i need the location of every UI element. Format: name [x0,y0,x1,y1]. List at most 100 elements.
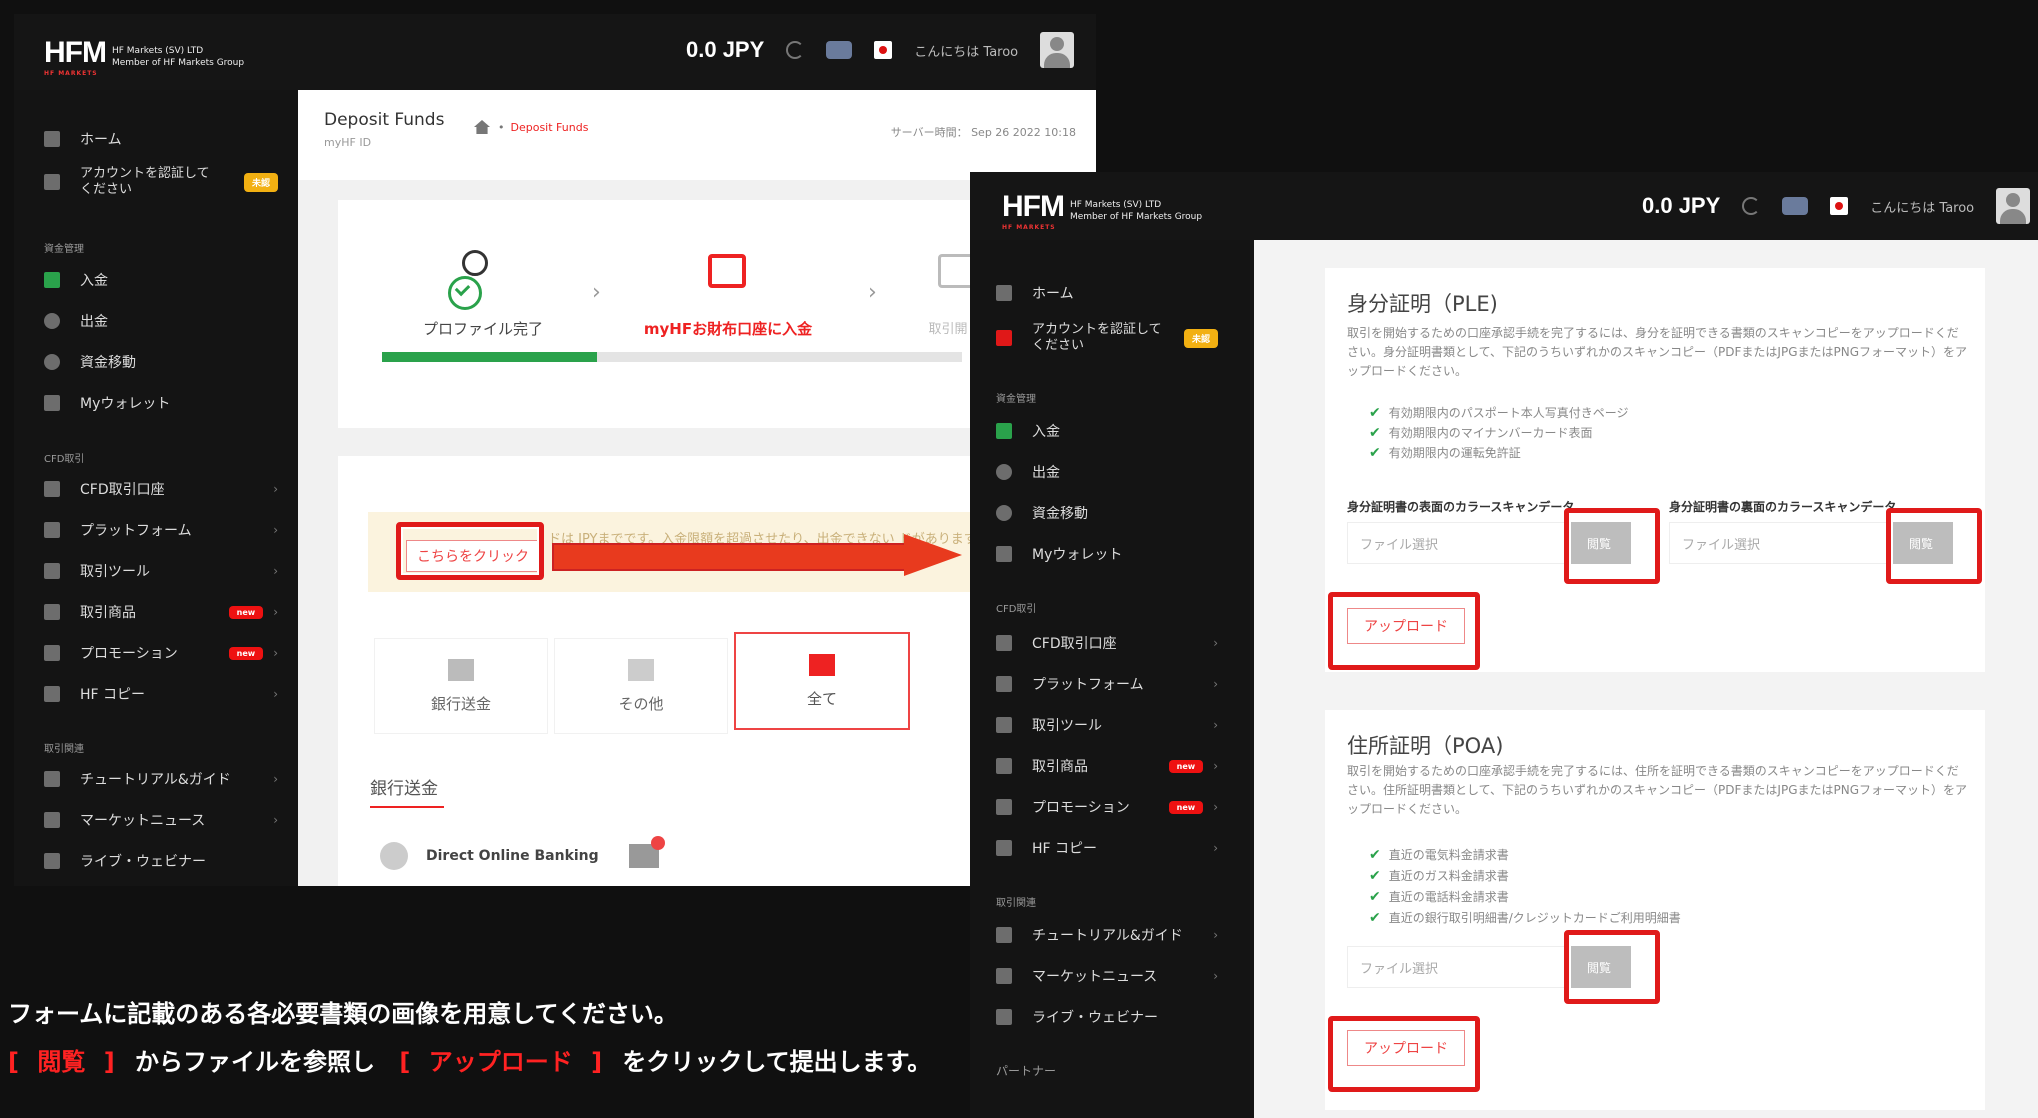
copy-icon [44,686,60,702]
chart-icon [938,254,974,288]
new-badge: new [1168,800,1204,814]
unverified-badge: 未認 [243,172,278,192]
sidebar-item-copy[interactable]: HF コピー › [44,679,278,709]
highlight-poa-browse [1564,930,1660,1004]
gift-icon [996,799,1012,815]
poa-file-input[interactable]: ファイル選択 [1347,946,1577,988]
highlight-back-browse [1886,508,1982,584]
japan-flag-icon[interactable] [874,41,893,59]
ple-item: ✔ 有効期限内のパスポート本人写真付きページ [1369,404,1629,421]
sidebar-item-deposit[interactable]: 入金 [996,416,1254,446]
sidebar-item-promotions[interactable]: プロモーション new › [44,638,278,668]
sidebar-item-platform[interactable]: プラットフォーム › [996,669,1218,699]
sidebar-item-news[interactable]: マーケットニュース › [996,961,1218,991]
chevron-right-icon: › [1213,759,1218,773]
arrow-icon [552,534,966,576]
front-file-input[interactable]: ファイル選択 [1347,522,1577,564]
sidebar-item-wallet[interactable]: Myウォレット [44,388,298,418]
sidebar-item-products[interactable]: 取引商品 new › [44,597,278,627]
topbar-right: 0.0 JPY こんにちは Taroo [686,32,1075,68]
home-icon [44,131,60,147]
document-icon [996,330,1012,346]
chevron-right-icon: › [1213,841,1218,855]
avatar[interactable] [1040,32,1075,68]
sidebar-item-verify[interactable]: アカウントを認証して ください 未認 [44,162,278,202]
chat-icon[interactable] [1782,197,1809,215]
sidebar-item-tools[interactable]: 取引ツール › [44,556,278,586]
caption-line-1: フォームに記載のある各必要書類の画像を用意してください。 [8,1000,678,1028]
webinar-icon [44,853,60,869]
topbar: HFM HF MARKETS HF Markets (SV) LTD Membe… [14,14,1096,90]
sidebar-item-verify[interactable]: アカウントを認証して ください 未認 [996,318,1218,358]
sidebar-item-webinar[interactable]: ライブ・ウェビナー [996,1002,1218,1032]
back-file-input[interactable]: ファイル選択 [1669,522,1899,564]
sidebar-item-withdraw[interactable]: 出金 [996,457,1254,487]
chevron-right-icon: › [273,813,278,827]
card-icon [628,658,654,681]
sidebar-item-tutorial[interactable]: チュートリアル&ガイド › [996,920,1218,950]
page-title: Deposit Funds [324,110,445,130]
sidebar-item-home[interactable]: ホーム [996,278,1254,308]
sidebar-item-transfer[interactable]: 資金移動 [996,498,1254,528]
sidebar-section-funds: 資金管理 [44,244,84,255]
transfer-icon [44,354,60,370]
topbar: HFM HF MARKETS HF Markets (SV) LTD Membe… [970,172,2038,240]
new-badge: new [1168,759,1204,773]
refresh-icon[interactable] [786,41,805,59]
highlight-ple-upload [1328,592,1480,670]
sidebar-item-platform[interactable]: プラットフォーム › [44,515,278,545]
check-icon: ✔ [1369,444,1381,461]
payment-option-all[interactable]: 全て [734,632,910,730]
step-trade: 取引開 [928,322,968,337]
direct-banking-option[interactable]: Direct Online Banking [380,836,665,870]
products-icon [996,758,1012,774]
check-icon: ✔ [1369,404,1381,421]
greeting: こんにちは Taroo [914,44,1019,60]
check-icon: ✔ [1369,424,1381,441]
highlight-front-browse [1564,508,1660,584]
monitor-icon [44,522,60,538]
sidebar-item-deposit[interactable]: 入金 [44,265,298,295]
news-icon [44,812,60,828]
webinar-icon [996,1009,1012,1025]
sidebar-item-wallet[interactable]: Myウォレット [996,539,1254,569]
grid-icon [44,481,60,497]
poa-item: ✔ 直近の電話料金請求書 [1369,888,1509,905]
sidebar-item-cfd-account[interactable]: CFD取引口座 › [996,628,1218,658]
wallet-icon [44,395,60,411]
payment-option-other[interactable]: その他 [554,638,728,734]
sidebar-item-promotions[interactable]: プロモーション new › [996,792,1218,822]
chevron-right-icon: › [273,605,278,619]
sidebar-item-home[interactable]: ホーム [44,124,298,154]
sidebar-item-withdraw[interactable]: 出金 [44,306,298,336]
new-badge: new [228,605,264,619]
copy-icon [996,840,1012,856]
highlight-click-here [396,522,544,580]
sidebar-item-cfd-account[interactable]: CFD取引口座 › [44,474,278,504]
chevron-right-icon: › [273,523,278,537]
chevron-right-icon: › [1213,677,1218,691]
withdraw-icon [996,464,1012,480]
chat-icon[interactable] [826,41,853,59]
sidebar-item-products[interactable]: 取引商品 new › [996,751,1218,781]
page-header: Deposit Funds myHF ID • Deposit Funds サー… [298,90,1096,180]
sidebar-item-tools[interactable]: 取引ツール › [996,710,1218,740]
payment-option-bank[interactable]: 銀行送金 [374,638,548,734]
avatar[interactable] [1996,188,2031,224]
sidebar-item-transfer[interactable]: 資金移動 [44,347,298,377]
sidebar-item-news[interactable]: マーケットニュース › [44,805,278,835]
chevron-right-icon: › [273,482,278,496]
refresh-icon[interactable] [1742,197,1761,215]
poa-description: 取引を開始するための口座承認手続を完了するには、住所を証明できる書類のスキャンコ… [1347,764,1968,816]
japan-flag-icon[interactable] [1830,197,1849,215]
graduation-icon [44,771,60,787]
breadcrumb-current[interactable]: Deposit Funds [511,121,589,134]
poa-title: 住所証明（POA) [1347,734,1504,758]
sidebar-item-webinar[interactable]: ライブ・ウェビナー [44,846,278,876]
sidebar-item-tutorial[interactable]: チュートリアル&ガイド › [44,764,278,794]
sidebar-item-copy[interactable]: HF コピー › [996,833,1218,863]
brand: HFM HF MARKETS HF Markets (SV) LTD Membe… [1002,190,1203,231]
unverified-badge: 未認 [1183,328,1218,348]
bank-logo-icon [628,836,665,868]
home-icon[interactable] [474,120,490,134]
